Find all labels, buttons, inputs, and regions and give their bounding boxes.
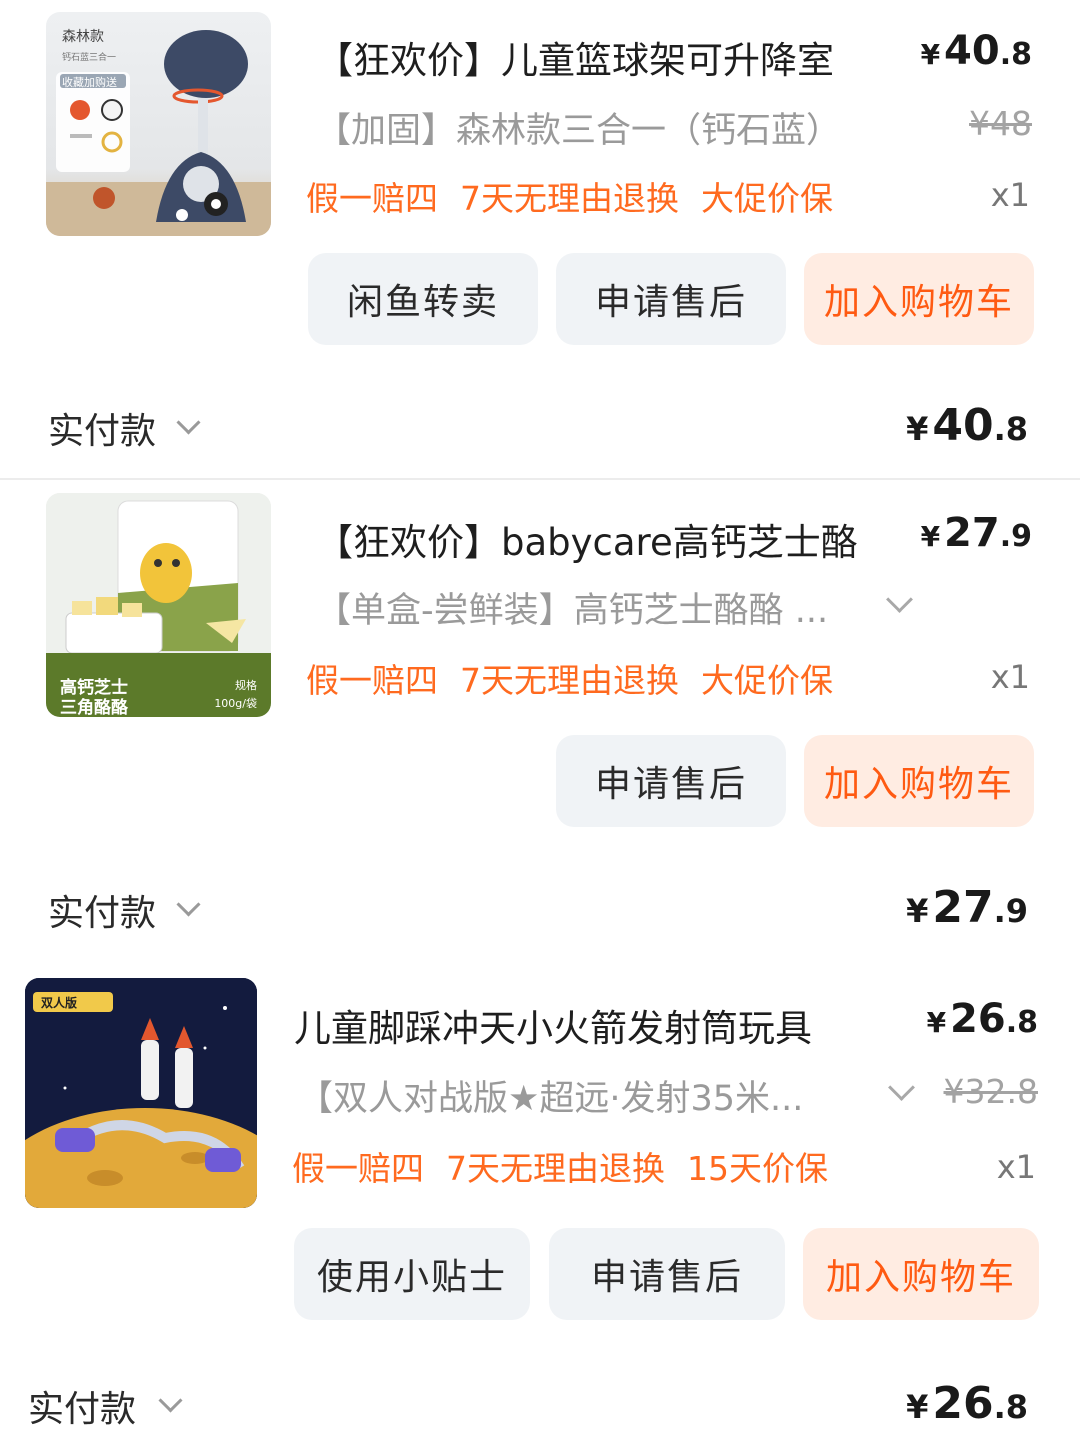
product-title[interactable]: 儿童脚踩冲天小火箭发射筒玩具 xyxy=(294,998,812,1052)
unit-price: ¥27.9 xyxy=(921,510,1032,556)
add-to-cart-button[interactable]: 加入购物车 xyxy=(803,1228,1039,1320)
paid-decimal: .9 xyxy=(993,892,1028,930)
paid-integer: 26 xyxy=(932,1378,994,1429)
currency-symbol: ¥ xyxy=(920,520,941,553)
paid-decimal: .8 xyxy=(993,410,1028,448)
tag-price-protection: 大促价保 xyxy=(701,179,833,218)
price-decimal: .8 xyxy=(1005,1005,1038,1040)
thumb-badge: 收藏加购送 xyxy=(62,76,117,89)
currency-symbol: ¥ xyxy=(906,892,929,930)
tag-7day-return: 7天无理由退换 xyxy=(446,1149,665,1188)
paid-amount: ¥40.8 xyxy=(906,400,1028,451)
product-image-rocket-launcher[interactable]: 双人版 xyxy=(25,978,257,1208)
quantity: x1 xyxy=(996,1148,1036,1186)
paid-amount-label[interactable]: 实付款 xyxy=(48,402,156,454)
currency-symbol: ¥ xyxy=(926,1006,947,1039)
thumb-spec-label: 规格 xyxy=(235,679,257,692)
tag-price-protection: 大促价保 xyxy=(701,661,833,700)
thumb-caption: 森林款 xyxy=(62,29,104,45)
quantity: x1 xyxy=(990,658,1030,696)
price-integer: 40 xyxy=(944,28,1000,74)
chevron-down-icon[interactable] xyxy=(158,1388,183,1413)
product-title[interactable]: 【狂欢价】儿童篮球架可升降室 xyxy=(316,30,834,84)
paid-integer: 40 xyxy=(932,400,994,451)
tag-fake-compensation: 假一赔四 xyxy=(292,1149,424,1188)
paid-amount: ¥27.9 xyxy=(906,882,1028,933)
tag-price-protection: 15天价保 xyxy=(687,1149,828,1188)
product-title[interactable]: 【狂欢价】babycare高钙芝士酪 xyxy=(316,512,858,566)
add-to-cart-button[interactable]: 加入购物车 xyxy=(804,735,1034,827)
unit-price: ¥26.8 xyxy=(927,996,1038,1042)
after-sales-button[interactable]: 申请售后 xyxy=(549,1228,785,1320)
product-image-cheese-snack[interactable]: 高钙芝士 三角酪酪 规格 100g/袋 xyxy=(46,493,271,717)
after-sales-button[interactable]: 申请售后 xyxy=(556,735,786,827)
original-price: ¥32.8 xyxy=(943,1072,1038,1111)
tag-7day-return: 7天无理由退换 xyxy=(460,179,679,218)
service-tags: 假一赔四 7天无理由退换 大促价保 xyxy=(306,654,855,702)
chevron-down-icon[interactable] xyxy=(886,586,913,613)
currency-symbol: ¥ xyxy=(906,1388,929,1426)
tag-fake-compensation: 假一赔四 xyxy=(306,179,438,218)
paid-amount-label[interactable]: 实付款 xyxy=(28,1380,136,1432)
rocket-launcher-illustration xyxy=(25,978,257,1208)
thumb-badge: 双人版 xyxy=(41,996,78,1010)
thumb-subcaption: 钙石蓝三合一 xyxy=(62,53,117,63)
price-decimal: .8 xyxy=(999,37,1032,72)
resell-xianyu-button[interactable]: 闲鱼转卖 xyxy=(308,253,538,345)
paid-decimal: .8 xyxy=(993,1388,1028,1426)
product-variant[interactable]: 【加固】森林款三合一（钙石蓝） xyxy=(316,102,841,153)
product-image-basketball-stand[interactable]: 森林款 钙石蓝三合一 收藏加购送 xyxy=(46,12,271,236)
usage-tips-button[interactable]: 使用小贴士 xyxy=(294,1228,530,1320)
price-decimal: .9 xyxy=(999,519,1032,554)
price-integer: 27 xyxy=(944,510,1000,556)
order-divider xyxy=(0,478,1080,480)
quantity: x1 xyxy=(990,176,1030,214)
paid-amount: ¥26.8 xyxy=(906,1378,1028,1429)
service-tags: 假一赔四 7天无理由退换 大促价保 xyxy=(306,172,855,220)
thumb-spec: 100g/袋 xyxy=(214,697,257,710)
product-variant[interactable]: 【单盒-尝鲜装】高钙芝士酪酪 ... xyxy=(316,582,828,633)
currency-symbol: ¥ xyxy=(906,410,929,448)
currency-symbol: ¥ xyxy=(920,38,941,71)
chevron-down-icon[interactable] xyxy=(176,892,201,917)
chevron-down-icon[interactable] xyxy=(176,410,201,435)
paid-amount-label[interactable]: 实付款 xyxy=(48,884,156,936)
add-to-cart-button[interactable]: 加入购物车 xyxy=(804,253,1034,345)
unit-price: ¥40.8 xyxy=(921,28,1032,74)
paid-integer: 27 xyxy=(932,882,994,933)
price-integer: 26 xyxy=(950,996,1006,1042)
service-tags: 假一赔四 7天无理由退换 15天价保 xyxy=(292,1142,850,1190)
after-sales-button[interactable]: 申请售后 xyxy=(556,253,786,345)
tag-7day-return: 7天无理由退换 xyxy=(460,661,679,700)
thumb-line2: 三角酪酪 xyxy=(60,698,128,717)
original-price: ¥48 xyxy=(969,104,1032,143)
chevron-down-icon[interactable] xyxy=(888,1074,915,1101)
product-variant[interactable]: 【双人对战版★超远·发射35米... xyxy=(298,1070,803,1121)
tag-fake-compensation: 假一赔四 xyxy=(306,661,438,700)
